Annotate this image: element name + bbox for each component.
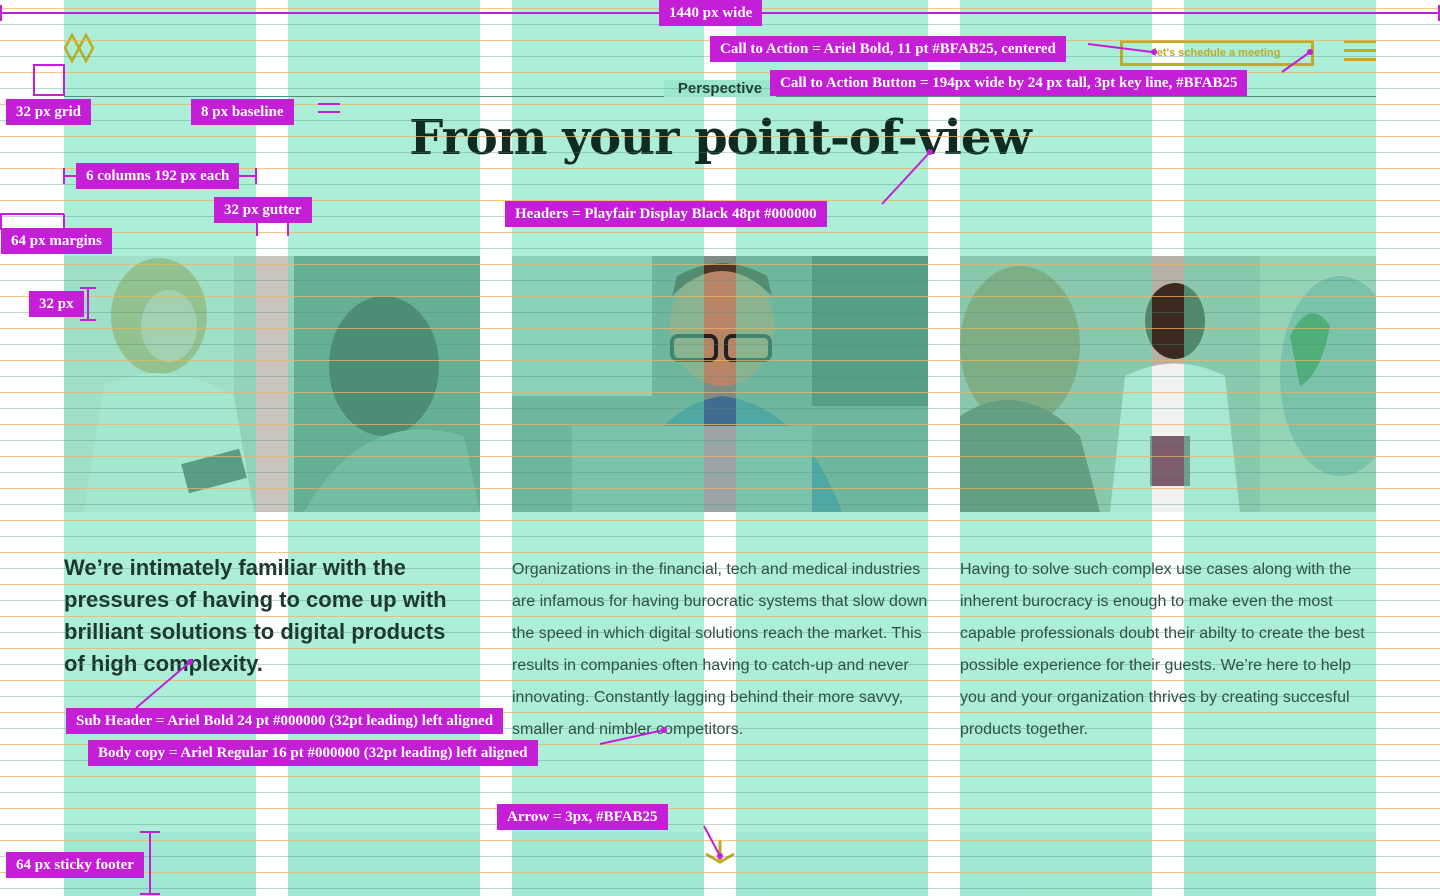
- baseline-line: [0, 872, 1440, 873]
- annotation-footer: 64 px sticky footer: [6, 852, 144, 878]
- footer-grid-column: [288, 832, 480, 896]
- hamburger-icon[interactable]: [1344, 40, 1376, 67]
- baseline-line: [0, 824, 1440, 825]
- annotation-arrow: Arrow = 3px, #BFAB25: [497, 804, 668, 830]
- annotation-headers: Headers = Playfair Display Black 48pt #0…: [505, 201, 827, 227]
- schedule-meeting-button[interactable]: let's schedule a meeting: [1120, 40, 1314, 66]
- footer-grid-column: [512, 832, 704, 896]
- annotation-width: 1440 px wide: [659, 0, 763, 26]
- baseline-line: [0, 808, 1440, 809]
- photo-meeting-tablet: [960, 256, 1376, 512]
- annotation-cta: Call to Action = Ariel Bold, 11 pt #BFAB…: [710, 36, 1066, 62]
- photo-developer-laptop: [512, 256, 928, 512]
- photo-icon: [960, 256, 1376, 512]
- annotation-body: Body copy = Ariel Regular 16 pt #000000 …: [88, 740, 538, 766]
- footer-grid-column: [1184, 832, 1376, 896]
- baseline-line: [0, 248, 1440, 249]
- footer-grid-column: [736, 832, 928, 896]
- annotation-cta-button: Call to Action Button = 194px wide by 24…: [770, 70, 1248, 96]
- annotation-columns: 6 columns 192 px each: [76, 163, 240, 189]
- baseline-line: [0, 520, 1440, 521]
- body-copy-left: Organizations in the financial, tech and…: [512, 561, 928, 738]
- annotation-grid: 32 px grid: [6, 99, 92, 125]
- baseline-line: [0, 792, 1440, 793]
- baseline-line: [0, 536, 1440, 537]
- photo-icon: [512, 256, 928, 512]
- annotation-gutter: 32 px gutter: [214, 197, 312, 223]
- baseline-line: [0, 232, 1440, 233]
- diamond-chevron-logo-icon[interactable]: [62, 32, 96, 64]
- section-label: Perspective: [664, 80, 776, 97]
- annotation-baseline: 8 px baseline: [191, 99, 294, 125]
- body-copy-right: Having to solve such complex use cases a…: [960, 561, 1365, 738]
- annotation-spacing: 32 px: [29, 291, 84, 317]
- baseline-line: [0, 776, 1440, 777]
- annotation-subheader: Sub Header = Ariel Bold 24 pt #000000 (3…: [66, 708, 504, 734]
- footer-grid-column: [960, 832, 1152, 896]
- chevron-down-arrow-icon[interactable]: [704, 836, 736, 866]
- baseline-line: [0, 888, 1440, 889]
- photo-icon: [64, 256, 480, 512]
- sub-header: We’re intimately familiar with the press…: [64, 555, 447, 676]
- photo-doctor-consult: [64, 256, 480, 512]
- annotation-margins: 64 px margins: [1, 228, 112, 254]
